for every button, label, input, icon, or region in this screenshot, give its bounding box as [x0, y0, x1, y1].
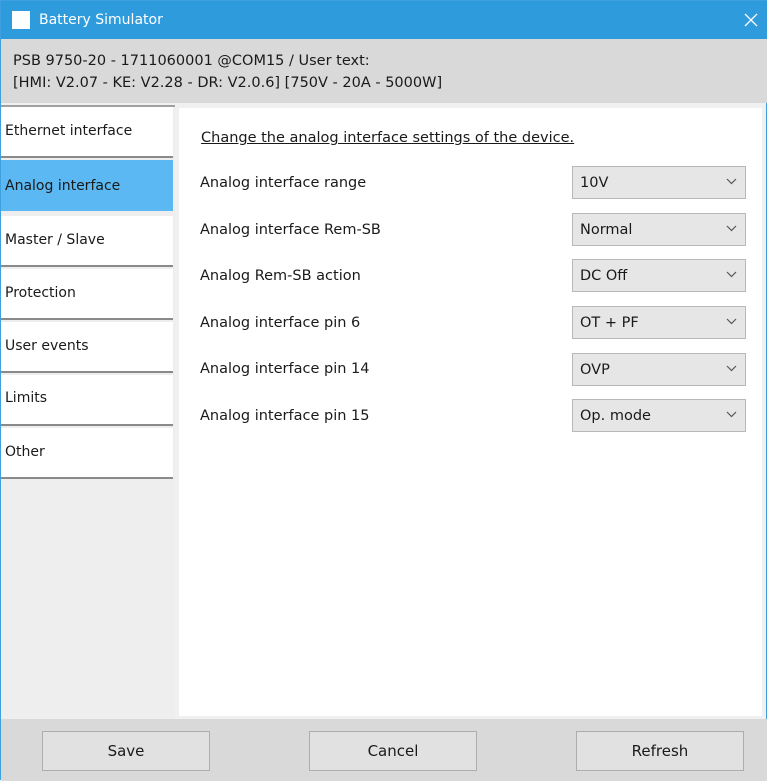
sidebar-item-label: Master / Slave [5, 232, 105, 248]
sidebar-item-analog-interface[interactable]: Analog interface [1, 160, 173, 211]
app-icon [12, 11, 30, 29]
analog-interface-pin-15-select[interactable]: Op. mode [572, 399, 746, 432]
sidebar-item-user-events[interactable]: User events [1, 322, 173, 373]
analog-interface-pin-14-select[interactable]: OVP [572, 353, 746, 386]
setting-label-pin-15: Analog interface pin 15 [200, 408, 370, 424]
chevron-down-icon [726, 365, 737, 372]
analog-interface-range-select[interactable]: 10V [572, 166, 746, 199]
sidebar-item-protection[interactable]: Protection [1, 269, 173, 320]
sidebar-item-label: User events [5, 338, 89, 354]
setting-label-range: Analog interface range [200, 175, 367, 191]
dropdown-value: Normal [580, 222, 633, 238]
dropdown-value: OT + PF [580, 315, 639, 331]
footer-bar: Save Cancel Refresh [1, 719, 767, 781]
sidebar-item-limits[interactable]: Limits [1, 375, 173, 426]
device-info-line1: PSB 9750-20 - 1711060001 @COM15 / User t… [13, 53, 370, 69]
sidebar-item-label: Ethernet interface [5, 123, 133, 139]
battery-simulator-window: Battery Simulator PSB 9750-20 - 17110600… [0, 0, 767, 781]
sidebar-item-label: Limits [5, 390, 47, 406]
sidebar-item-ethernet-interface[interactable]: Ethernet interface [1, 107, 173, 158]
chevron-down-icon [726, 318, 737, 325]
setting-label-rem-sb-action: Analog Rem-SB action [200, 268, 361, 284]
analog-interface-rem-sb-select[interactable]: Normal [572, 213, 746, 246]
save-button[interactable]: Save [42, 731, 210, 771]
dropdown-value: DC Off [580, 268, 628, 284]
analog-interface-pin-6-select[interactable]: OT + PF [572, 306, 746, 339]
title-bar[interactable]: Battery Simulator [1, 1, 767, 39]
sidebar-item-label: Other [5, 444, 45, 460]
device-info-bar: PSB 9750-20 - 1711060001 @COM15 / User t… [1, 39, 767, 103]
chevron-down-icon [726, 411, 737, 418]
refresh-button[interactable]: Refresh [576, 731, 744, 771]
chevron-down-icon [726, 271, 737, 278]
analog-rem-sb-action-select[interactable]: DC Off [572, 259, 746, 292]
device-info-line2: [HMI: V2.07 - KE: V2.28 - DR: V2.0.6] [7… [13, 75, 443, 91]
setting-label-pin-6: Analog interface pin 6 [200, 315, 361, 331]
chevron-down-icon [726, 178, 737, 185]
settings-panel: Change the analog interface settings of … [179, 108, 762, 716]
chevron-down-icon [726, 225, 737, 232]
dropdown-value: OVP [580, 362, 610, 378]
sidebar-item-other[interactable]: Other [1, 428, 173, 479]
cancel-button[interactable]: Cancel [309, 731, 477, 771]
window-title: Battery Simulator [39, 12, 163, 28]
sidebar-item-label: Analog interface [5, 178, 121, 194]
panel-heading: Change the analog interface settings of … [201, 130, 575, 146]
setting-label-rem-sb: Analog interface Rem-SB [200, 222, 381, 238]
close-icon [744, 13, 758, 27]
sidebar-item-master-slave[interactable]: Master / Slave [1, 216, 173, 267]
setting-label-pin-14: Analog interface pin 14 [200, 361, 370, 377]
sidebar-item-label: Protection [5, 285, 76, 301]
dropdown-value: Op. mode [580, 408, 651, 424]
dropdown-value: 10V [580, 175, 609, 191]
close-button[interactable] [734, 1, 767, 39]
settings-sidebar: Ethernet interface Analog interface Mast… [1, 105, 175, 721]
